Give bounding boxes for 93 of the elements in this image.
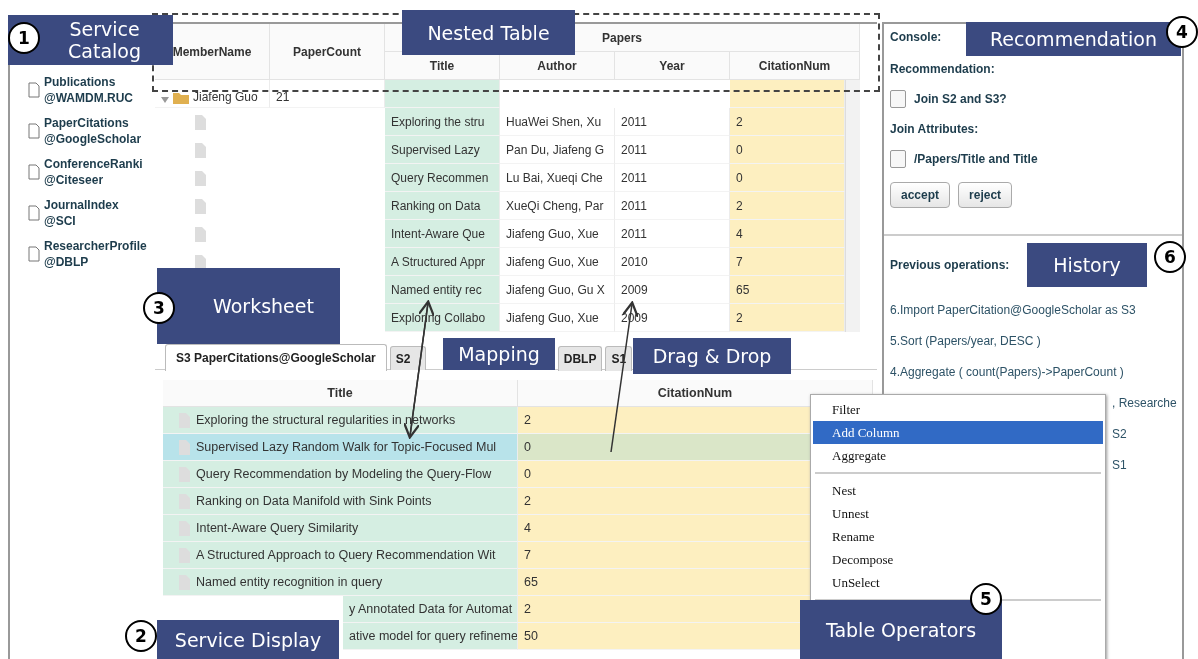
document-icon — [28, 205, 40, 221]
checkbox-label: Join S2 and S3? — [914, 92, 1007, 106]
table-cell: Pan Du, Jiafeng G — [500, 136, 615, 164]
checkbox[interactable] — [890, 90, 906, 108]
history-item: 5.Sort (Papers/year, DESC ) — [890, 334, 1041, 348]
accept-button[interactable]: accept — [890, 182, 951, 208]
table-cell: 21 — [270, 80, 385, 108]
table-cell: 2011 — [615, 136, 730, 164]
table-cell: Intent-Aware Que — [385, 220, 500, 248]
document-icon — [28, 246, 40, 262]
table-cell[interactable]: Intent-Aware Query Similarity — [163, 515, 518, 542]
document-icon — [195, 142, 206, 158]
history-item: S1 — [1112, 458, 1127, 472]
history-item: , Researche — [1112, 396, 1177, 410]
table-cell: 65 — [730, 276, 845, 304]
column-header: PaperCount — [270, 24, 385, 80]
table-cell: 4 — [730, 220, 845, 248]
table-cell: 2011 — [615, 220, 730, 248]
table-cell: Jiafeng Guo, Xue — [500, 304, 615, 332]
callout-number: 6 — [1154, 241, 1186, 273]
callout-number: 2 — [125, 620, 157, 652]
history-item: 6.Import PaperCitation@GoogleScholar as S3 — [890, 303, 1136, 317]
table-cell[interactable]: Ranking on Data Manifold with Sink Points — [163, 488, 518, 515]
catalog-item[interactable]: JournalIndex @SCI — [10, 197, 155, 229]
section-label: Join Attributes: — [890, 122, 979, 136]
sheet-tab[interactable]: S2 — [389, 346, 426, 370]
table-cell[interactable]: A Structured Approach to Query Recommendation Wit — [163, 542, 518, 569]
column-header: Year — [615, 52, 730, 80]
expand-arrow-icon[interactable] — [161, 96, 169, 104]
checkbox-label: /Papers/Title and Title — [914, 152, 1038, 166]
document-icon — [195, 226, 206, 242]
section-label: Recommendation: — [890, 62, 995, 76]
catalog-item[interactable]: PaperCitations @GoogleScholar — [10, 115, 155, 147]
table-cell: Ranking on Data — [385, 192, 500, 220]
table-cell: XueQi Cheng, Par — [500, 192, 615, 220]
document-icon — [28, 123, 40, 139]
document-icon — [28, 164, 40, 180]
table-cell[interactable]: y Annotated Data for Automat — [343, 596, 518, 623]
catalog-item[interactable]: ResearcherProfile @DBLP — [10, 238, 155, 270]
reject-button[interactable]: reject — [958, 182, 1013, 208]
column-header: CitationNum — [730, 52, 860, 80]
member-cell[interactable]: Jiafeng Guo — [155, 80, 270, 108]
table-cell: 2009 — [615, 276, 730, 304]
table-cell[interactable]: Named entity recognition in query — [163, 569, 518, 596]
table-cell[interactable]: Query Recommendation by Modeling the Query-Flow — [163, 461, 518, 488]
checkbox[interactable] — [890, 150, 906, 168]
document-icon — [195, 254, 206, 270]
column-header: Author — [500, 52, 615, 80]
table-cell: 0 — [730, 164, 845, 192]
table-cell: 2 — [730, 108, 845, 136]
column-header: Title — [163, 380, 518, 407]
table-cell: A Structured Appr — [385, 248, 500, 276]
table-cell: 7 — [730, 248, 845, 276]
table-cell: 2 — [730, 304, 845, 332]
history-title: Previous operations: — [890, 258, 1010, 272]
table-cell: Jiafeng Guo, Xue — [500, 248, 615, 276]
folder-icon — [173, 92, 189, 104]
table-cell: 2011 — [615, 108, 730, 136]
document-icon — [179, 439, 190, 455]
history-item: S2 — [1112, 427, 1127, 441]
table-cell: Query Recommen — [385, 164, 500, 192]
scrollbar[interactable] — [845, 80, 860, 332]
catalog-item[interactable]: Publications @WAMDM.RUC — [10, 74, 155, 106]
callout-label: Drag & Drop — [633, 338, 791, 374]
callout-label: Nested Table — [402, 10, 575, 55]
table-cell: Jiafeng Guo, Gu X — [500, 276, 615, 304]
table-cell: Lu Bai, Xueqi Che — [500, 164, 615, 192]
menu-item[interactable]: Add Column — [813, 421, 1103, 444]
table-cell: 2011 — [615, 164, 730, 192]
sheet-tab[interactable]: S3 PaperCitations@GoogleScholar — [165, 344, 387, 371]
table-cell: 2010 — [615, 248, 730, 276]
document-icon — [195, 198, 206, 214]
document-icon — [28, 82, 40, 98]
table-cell: Supervised Lazy — [385, 136, 500, 164]
table-cell: Jiafeng Guo, Xue — [500, 220, 615, 248]
callout-label: Mapping — [443, 338, 555, 370]
table-cell: 2 — [730, 192, 845, 220]
callout-label: History — [1027, 243, 1147, 287]
history-item: 4.Aggregate ( count(Papers)->PaperCount ) — [890, 365, 1124, 379]
table-cell: HuaWei Shen, Xu — [500, 108, 615, 136]
document-icon — [195, 114, 206, 130]
sheet-tab[interactable]: DBLP — [557, 346, 603, 371]
console-title: Console: — [890, 30, 942, 44]
table-cell: Exploring the stru — [385, 108, 500, 136]
catalog-item[interactable]: ConferenceRanki @Citeseer — [10, 156, 155, 188]
callout-label: Service Display — [157, 620, 339, 659]
callout-number: 3 — [143, 292, 175, 324]
table-cell[interactable]: Supervised Lazy Random Walk for Topic-Focused Mul — [163, 434, 518, 461]
table-cell: 2011 — [615, 192, 730, 220]
table-cell[interactable]: ative model for query refineme — [343, 623, 518, 650]
table-cell: 0 — [730, 136, 845, 164]
table-cell: Named entity rec — [385, 276, 500, 304]
document-icon — [195, 170, 206, 186]
